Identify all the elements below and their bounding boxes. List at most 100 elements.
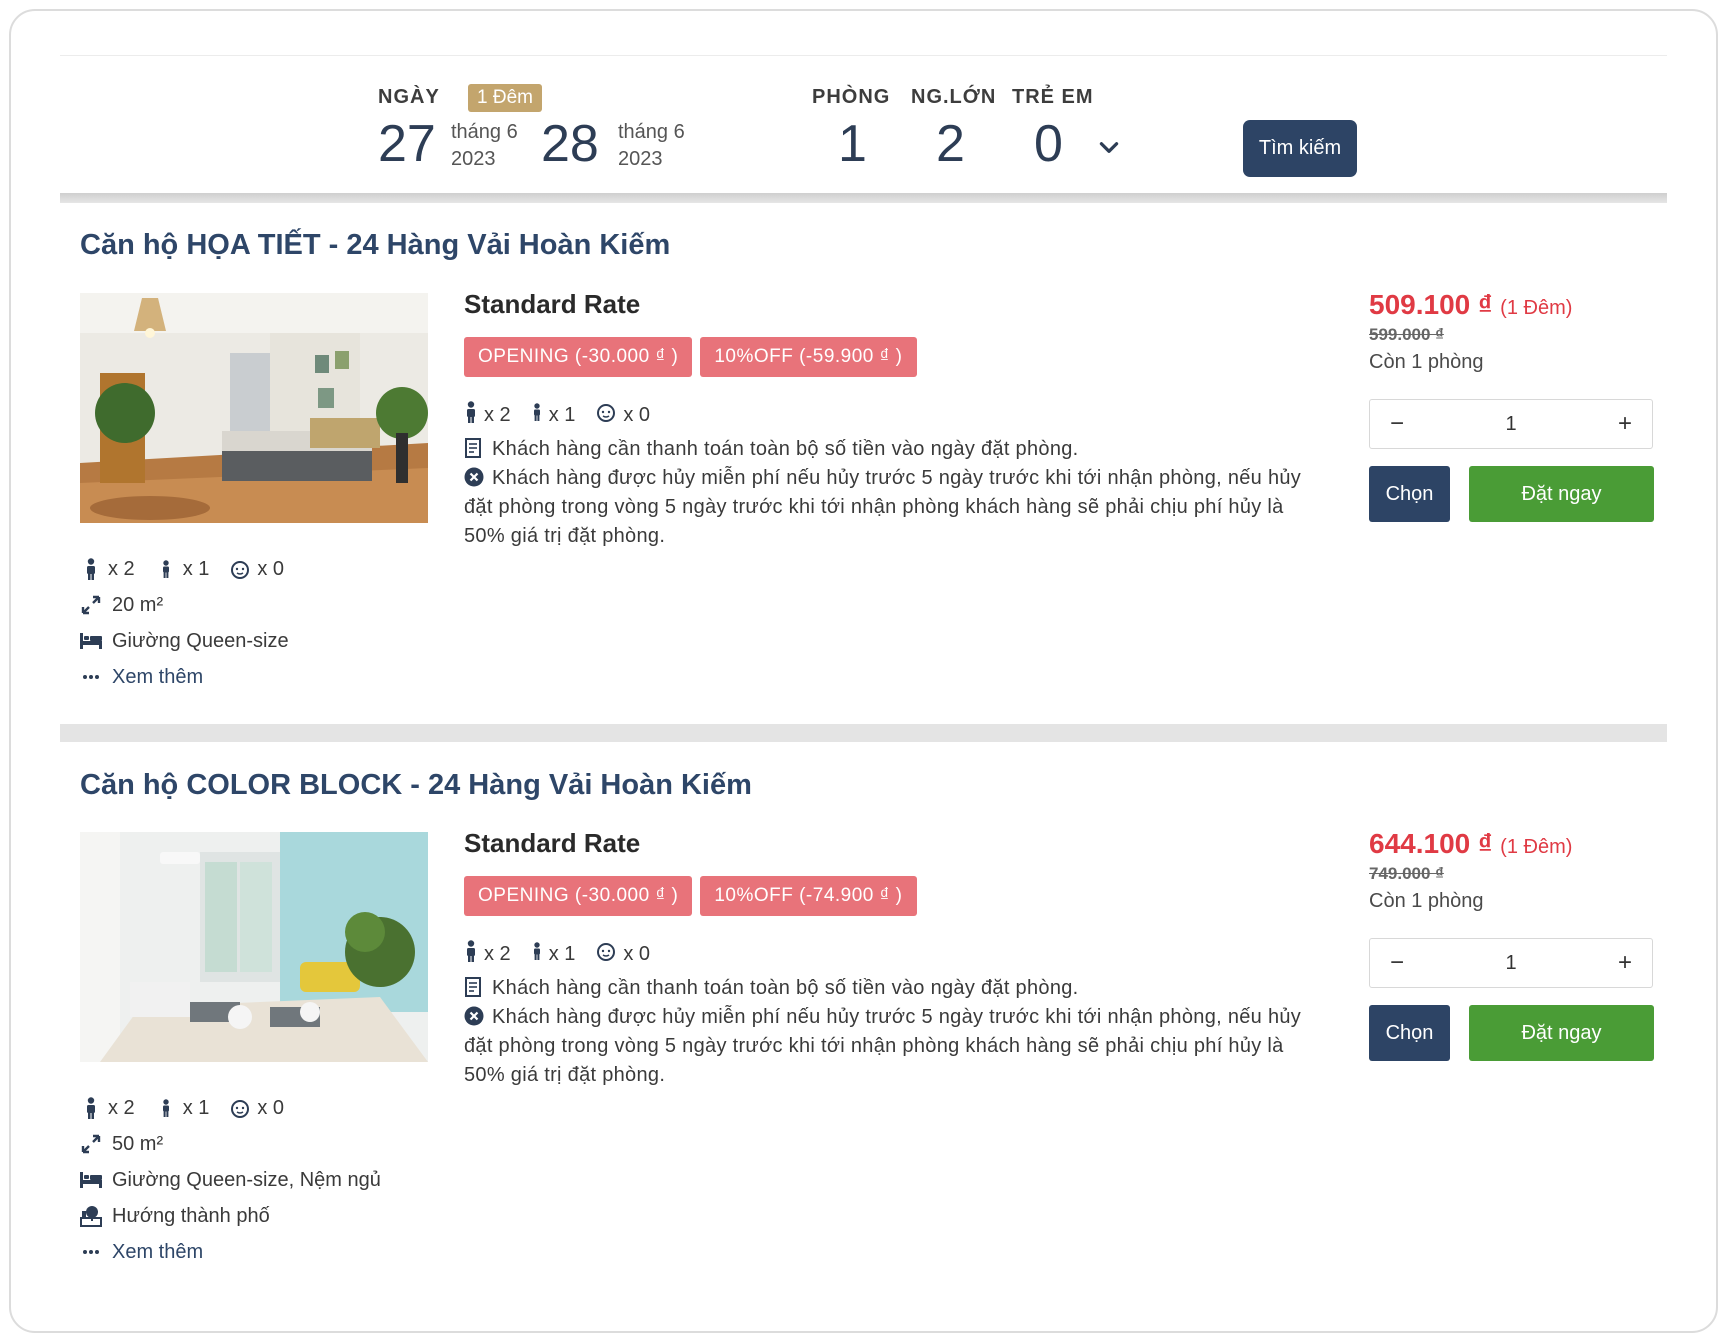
room-photo[interactable] (80, 832, 428, 1062)
quantity-stepper: − 1 + (1369, 938, 1653, 988)
room-area: 50 m² (112, 1132, 164, 1155)
book-now-button[interactable]: Đặt ngay (1469, 466, 1654, 522)
see-more-link[interactable]: Xem thêm (112, 1241, 203, 1264)
bed-type: Giường Queen-size, Nệm ngủ (112, 1168, 381, 1191)
section-divider (60, 193, 1667, 203)
child-icon (155, 1097, 177, 1119)
receipt-icon (464, 438, 484, 458)
promo-badge-opening: OPENING (-30.000 ₫ ) (464, 337, 693, 377)
rate-adult-count: x 2 (484, 942, 511, 965)
cancel-policy: Khách hàng được hủy miễn phí nếu hủy trư… (464, 467, 1302, 547)
adults-label: NG.LỚN (911, 86, 997, 108)
infant-icon (595, 941, 617, 967)
chevron-down-icon[interactable] (1096, 134, 1122, 160)
bed-icon (80, 630, 102, 652)
child-icon (531, 942, 543, 966)
checkout-day[interactable]: 28 (541, 112, 599, 176)
cancel-icon (464, 467, 484, 487)
cancel-policy: Khách hàng được hủy miễn phí nếu hủy trư… (464, 1006, 1302, 1086)
quantity-decrease-button[interactable]: − (1370, 949, 1424, 977)
booking-search-bar: NGÀY 1 Đêm 27 tháng 6 2023 28 tháng 6 2 0… (60, 56, 1667, 204)
bed-type: Giường Queen-size (112, 629, 289, 652)
checkin-year: 2023 (451, 148, 496, 170)
book-now-button[interactable]: Đặt ngay (1469, 1005, 1654, 1061)
quantity-decrease-button[interactable]: − (1370, 410, 1424, 438)
bed-icon (80, 1169, 102, 1191)
cancel-icon (464, 1006, 484, 1026)
rate-details: Standard Rate OPENING (-30.000 ₫ ) 10%OF… (464, 289, 1314, 551)
room-title[interactable]: Căn hộ HỌA TIẾT - 24 Hàng Vải Hoàn Kiếm (80, 229, 670, 262)
original-price: 749.000 ₫ (1369, 864, 1444, 883)
checkout-month: tháng 6 (618, 121, 685, 143)
price-unit: (1 Đêm) (1500, 836, 1573, 858)
rate-name: Standard Rate (464, 289, 641, 319)
room-card: Căn hộ COLOR BLOCK - 24 Hàng Vải Hoàn Ki… (60, 769, 1667, 1289)
promo-badge-opening: OPENING (-30.000 ₫ ) (464, 876, 693, 916)
adult-count: x 2 (108, 557, 135, 580)
rate-infant-count: x 0 (623, 403, 651, 426)
infant-icon (595, 402, 617, 428)
room-price: 644.100 ₫ (1369, 828, 1493, 859)
child-count: x 1 (182, 557, 210, 580)
area-icon (80, 594, 102, 616)
checkin-month: tháng 6 (451, 121, 518, 143)
room-price: 509.100 ₫ (1369, 289, 1493, 320)
date-label: NGÀY (378, 86, 440, 108)
adult-icon (464, 940, 478, 968)
rate-child-count: x 1 (548, 942, 576, 965)
room-area: 20 m² (112, 593, 164, 616)
more-icon[interactable] (80, 1241, 102, 1263)
see-more-link[interactable]: Xem thêm (112, 666, 203, 689)
rate-adult-count: x 2 (484, 403, 511, 426)
infant-count: x 0 (257, 1096, 285, 1119)
quantity-increase-button[interactable]: + (1598, 949, 1652, 977)
rooms-label: PHÒNG (812, 86, 891, 108)
payment-policy: Khách hàng cần thanh toán toàn bộ số tiề… (492, 977, 1079, 999)
select-button[interactable]: Chọn (1369, 466, 1450, 522)
search-button[interactable]: Tìm kiếm (1243, 120, 1357, 177)
infant-icon (229, 558, 251, 580)
section-divider (60, 724, 1667, 742)
quantity-value[interactable]: 1 (1424, 413, 1598, 436)
quantity-stepper: − 1 + (1369, 399, 1653, 449)
rooms-remaining: Còn 1 phòng (1369, 890, 1484, 912)
nights-badge: 1 Đêm (468, 84, 542, 112)
child-icon (155, 558, 177, 580)
receipt-icon (464, 977, 484, 997)
child-icon (531, 403, 543, 427)
child-count: x 1 (182, 1096, 210, 1119)
payment-policy: Khách hàng cần thanh toán toàn bộ số tiề… (492, 438, 1079, 460)
rooms-remaining: Còn 1 phòng (1369, 351, 1484, 373)
promo-badge-discount: 10%OFF (-74.900 ₫ ) (700, 876, 917, 916)
children-label: TRẺ EM (1012, 86, 1094, 108)
price-unit: (1 Đêm) (1500, 297, 1573, 319)
price-panel: 644.100 ₫ (1 Đêm) 749.000 ₫ Còn 1 phòng … (1369, 828, 1659, 1061)
rate-name: Standard Rate (464, 828, 641, 858)
adults-value[interactable]: 2 (936, 112, 965, 176)
checkin-day[interactable]: 27 (378, 112, 436, 176)
more-icon[interactable] (80, 666, 102, 688)
quantity-increase-button[interactable]: + (1598, 410, 1652, 438)
adult-icon (80, 1097, 102, 1119)
quantity-value[interactable]: 1 (1424, 952, 1598, 975)
adult-icon (464, 401, 478, 429)
room-view: Hướng thành phố (112, 1204, 270, 1227)
children-value[interactable]: 0 (1034, 112, 1063, 176)
page-frame: NGÀY 1 Đêm 27 tháng 6 2023 28 tháng 6 20… (9, 9, 1718, 1333)
room-card: Căn hộ HỌA TIẾT - 24 Hàng Vải Hoàn Kiếm (60, 229, 1667, 689)
area-icon (80, 1133, 102, 1155)
room-facts: x 2 x 1 x 0 20 m² Giường Queen-size Xem … (80, 551, 460, 695)
adult-icon (80, 558, 102, 580)
rooms-value[interactable]: 1 (838, 112, 867, 176)
room-photo[interactable] (80, 293, 428, 523)
select-button[interactable]: Chọn (1369, 1005, 1450, 1061)
room-facts: x 2 x 1 x 0 50 m² Giường Queen-size, Nệm… (80, 1090, 460, 1270)
rate-details: Standard Rate OPENING (-30.000 ₫ ) 10%OF… (464, 828, 1314, 1090)
room-title[interactable]: Căn hộ COLOR BLOCK - 24 Hàng Vải Hoàn Ki… (80, 769, 752, 802)
price-panel: 509.100 ₫ (1 Đêm) 599.000 ₫ Còn 1 phòng … (1369, 289, 1659, 522)
rate-infant-count: x 0 (623, 942, 651, 965)
infant-count: x 0 (257, 557, 285, 580)
promo-badge-discount: 10%OFF (-59.900 ₫ ) (700, 337, 917, 377)
original-price: 599.000 ₫ (1369, 325, 1444, 344)
infant-icon (229, 1097, 251, 1119)
